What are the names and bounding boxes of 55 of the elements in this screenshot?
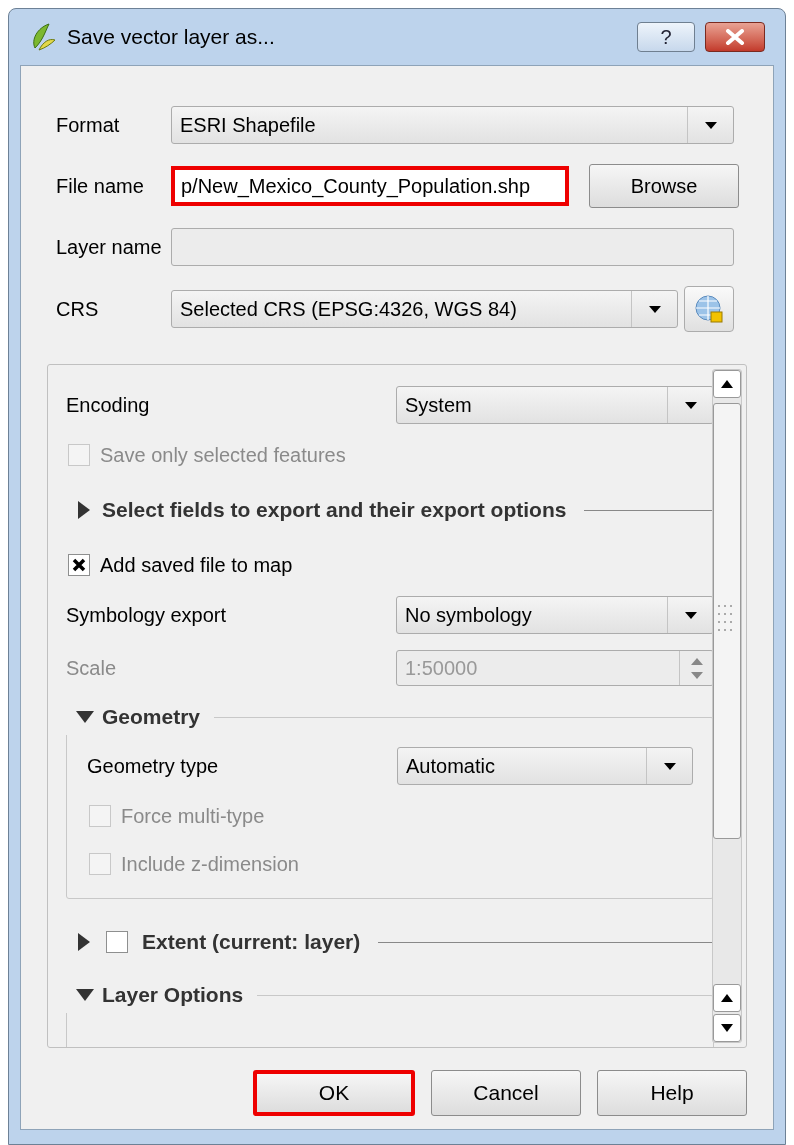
dropdown[interactable]: System xyxy=(396,386,714,424)
scroll-down-button[interactable] xyxy=(713,1014,741,1042)
expand-arrow-icon[interactable] xyxy=(76,989,94,1001)
scrollbar[interactable] xyxy=(712,369,742,1043)
checkbox[interactable] xyxy=(68,554,90,576)
down-arrow-icon xyxy=(721,1024,733,1032)
field-label: File name xyxy=(55,174,145,199)
dialog-button[interactable]: Help xyxy=(597,1070,747,1116)
down-arrow-icon xyxy=(690,671,703,679)
field-label: Symbology export xyxy=(66,603,227,628)
file-name-field[interactable]: p/New_Mexico_County_Population.shp xyxy=(171,166,569,206)
field-label: CRS xyxy=(55,297,100,322)
caret-icon xyxy=(684,611,697,619)
section-heading[interactable]: Layer Options xyxy=(102,979,244,1011)
dropdown[interactable]: Automatic xyxy=(397,747,693,785)
scroll-up-button[interactable] xyxy=(713,370,741,398)
dropdown[interactable]: Selected CRS (EPSG:4326, WGS 84) xyxy=(171,290,678,328)
close-icon xyxy=(725,29,745,45)
dropdown[interactable]: No symbology xyxy=(396,596,714,634)
field-label: Geometry type xyxy=(87,754,219,779)
field-label: Format xyxy=(55,113,121,138)
caret-icon xyxy=(663,762,676,770)
section-heading[interactable]: Geometry xyxy=(102,701,201,733)
expand-arrow-icon[interactable] xyxy=(76,711,94,723)
crs-picker-button[interactable] xyxy=(684,286,734,332)
field-label: Save only selected features xyxy=(100,443,346,468)
field-label: Encoding xyxy=(66,393,150,418)
field-label: Add saved file to map xyxy=(100,553,293,578)
dropdown[interactable]: ESRI Shapefile xyxy=(171,106,734,144)
caret-icon xyxy=(648,305,661,313)
expand-arrow-icon[interactable] xyxy=(78,501,90,519)
field-label: Scale xyxy=(66,656,117,681)
window-title: Save vector layer as... xyxy=(67,24,276,51)
field-label: Layer name xyxy=(55,235,163,260)
field-label: Include z-dimension xyxy=(121,852,299,877)
dialog-button[interactable]: Cancel xyxy=(431,1070,581,1116)
scroll-thumb[interactable] xyxy=(713,403,741,839)
checkbox[interactable] xyxy=(106,931,128,953)
globe-icon xyxy=(694,294,724,324)
section-heading[interactable]: Select fields to export and their export options xyxy=(102,494,567,526)
layer-name-field[interactable] xyxy=(171,228,734,266)
up-arrow-icon xyxy=(721,994,733,1002)
caret-icon xyxy=(704,121,717,129)
dialog-button[interactable]: OK xyxy=(253,1070,415,1116)
section-heading[interactable]: Extent (current: layer) xyxy=(142,926,361,958)
up-arrow-icon xyxy=(721,380,733,388)
browse-button[interactable]: Browse xyxy=(589,164,739,208)
expand-arrow-icon[interactable] xyxy=(78,933,90,951)
help-button[interactable]: ? xyxy=(637,22,695,52)
caret-icon xyxy=(684,401,697,409)
scroll-up-button[interactable] xyxy=(713,984,741,1012)
up-arrow-icon xyxy=(690,657,703,665)
close-button[interactable] xyxy=(705,22,765,52)
x-mark-icon xyxy=(72,558,86,572)
field-label: Force multi-type xyxy=(121,804,265,829)
